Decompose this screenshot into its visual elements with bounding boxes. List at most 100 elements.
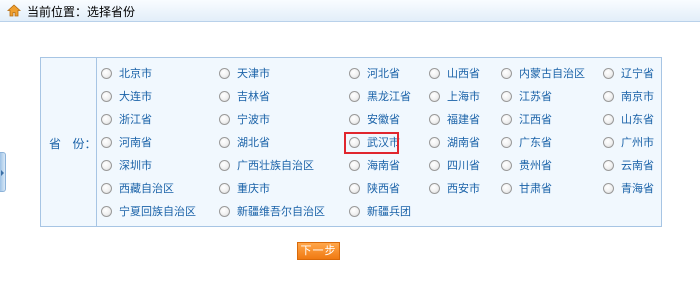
radio-button[interactable] bbox=[429, 67, 440, 79]
province-option[interactable]: 天津市 bbox=[219, 65, 270, 81]
radio-button[interactable] bbox=[501, 113, 512, 125]
radio-button[interactable] bbox=[101, 205, 112, 217]
province-option-label: 吉林省 bbox=[237, 90, 270, 103]
province-option[interactable]: 广东省 bbox=[501, 134, 552, 150]
province-option-label: 甘肃省 bbox=[519, 182, 552, 195]
province-option[interactable]: 福建省 bbox=[429, 111, 480, 127]
province-option[interactable]: 贵州省 bbox=[501, 157, 552, 173]
radio-button[interactable] bbox=[429, 159, 440, 171]
radio-button[interactable] bbox=[101, 182, 112, 194]
radio-button[interactable] bbox=[349, 159, 360, 171]
radio-button[interactable] bbox=[219, 67, 230, 79]
selection-highlight-box bbox=[344, 132, 399, 154]
radio-button[interactable] bbox=[349, 90, 360, 102]
province-option-label: 青海省 bbox=[621, 182, 654, 195]
province-option[interactable]: 南京市 bbox=[603, 88, 654, 104]
province-option-label: 天津市 bbox=[237, 67, 270, 80]
radio-button[interactable] bbox=[219, 205, 230, 217]
province-option[interactable]: 海南省 bbox=[349, 157, 400, 173]
province-option[interactable]: 上海市 bbox=[429, 88, 480, 104]
radio-button[interactable] bbox=[603, 90, 614, 102]
province-option[interactable]: 山西省 bbox=[429, 65, 480, 81]
province-option[interactable]: 重庆市 bbox=[219, 180, 270, 196]
province-option[interactable]: 新疆兵团 bbox=[349, 203, 411, 219]
province-option[interactable]: 江西省 bbox=[501, 111, 552, 127]
side-collapse-tab[interactable] bbox=[0, 152, 6, 192]
radio-button[interactable] bbox=[219, 113, 230, 125]
province-option-label: 新疆兵团 bbox=[367, 205, 411, 218]
province-option[interactable]: 陕西省 bbox=[349, 180, 400, 196]
province-option[interactable]: 青海省 bbox=[603, 180, 654, 196]
next-step-button[interactable]: 下一步 bbox=[297, 242, 340, 260]
province-option-label: 江苏省 bbox=[519, 90, 552, 103]
province-option[interactable]: 广州市 bbox=[603, 134, 654, 150]
page-title: 当前位置：选择省份 bbox=[27, 5, 136, 19]
province-option-label: 西藏自治区 bbox=[119, 182, 174, 195]
province-option-label: 山东省 bbox=[621, 113, 654, 126]
radio-button[interactable] bbox=[603, 136, 614, 148]
province-option[interactable]: 山东省 bbox=[603, 111, 654, 127]
radio-button[interactable] bbox=[349, 205, 360, 217]
radio-button[interactable] bbox=[429, 136, 440, 148]
radio-button[interactable] bbox=[429, 90, 440, 102]
province-option-label: 宁波市 bbox=[237, 113, 270, 126]
province-option-label: 重庆市 bbox=[237, 182, 270, 195]
radio-button[interactable] bbox=[603, 113, 614, 125]
province-option-label: 北京市 bbox=[119, 67, 152, 80]
province-option-label: 广西壮族自治区 bbox=[237, 159, 314, 172]
province-option[interactable]: 河北省 bbox=[349, 65, 400, 81]
province-option[interactable]: 湖南省 bbox=[429, 134, 480, 150]
province-option[interactable]: 新疆维吾尔自治区 bbox=[219, 203, 325, 219]
province-option[interactable]: 深圳市 bbox=[101, 157, 152, 173]
province-option[interactable]: 安徽省 bbox=[349, 111, 400, 127]
province-option-label: 黑龙江省 bbox=[367, 90, 411, 103]
province-option-label: 内蒙古自治区 bbox=[519, 67, 585, 80]
radio-button[interactable] bbox=[429, 182, 440, 194]
province-label-cell: 省 份： bbox=[41, 58, 97, 226]
radio-button[interactable] bbox=[501, 182, 512, 194]
radio-button[interactable] bbox=[219, 136, 230, 148]
province-option[interactable]: 四川省 bbox=[429, 157, 480, 173]
province-option[interactable]: 湖北省 bbox=[219, 134, 270, 150]
province-option[interactable]: 河南省 bbox=[101, 134, 152, 150]
province-option[interactable]: 大连市 bbox=[101, 88, 152, 104]
province-option[interactable]: 吉林省 bbox=[219, 88, 270, 104]
radio-button[interactable] bbox=[101, 159, 112, 171]
province-option-label: 云南省 bbox=[621, 159, 654, 172]
province-option[interactable]: 浙江省 bbox=[101, 111, 152, 127]
radio-button[interactable] bbox=[429, 113, 440, 125]
province-option-label: 安徽省 bbox=[367, 113, 400, 126]
radio-button[interactable] bbox=[501, 90, 512, 102]
province-option-label: 大连市 bbox=[119, 90, 152, 103]
province-option[interactable]: 宁夏回族自治区 bbox=[101, 203, 196, 219]
radio-button[interactable] bbox=[101, 90, 112, 102]
radio-button[interactable] bbox=[101, 67, 112, 79]
radio-button[interactable] bbox=[349, 182, 360, 194]
radio-button[interactable] bbox=[219, 159, 230, 171]
province-option[interactable]: 云南省 bbox=[603, 157, 654, 173]
province-option[interactable]: 江苏省 bbox=[501, 88, 552, 104]
radio-button[interactable] bbox=[603, 159, 614, 171]
radio-button[interactable] bbox=[501, 67, 512, 79]
province-option[interactable]: 甘肃省 bbox=[501, 180, 552, 196]
radio-button[interactable] bbox=[219, 90, 230, 102]
province-option[interactable]: 内蒙古自治区 bbox=[501, 65, 585, 81]
radio-button[interactable] bbox=[101, 113, 112, 125]
radio-button[interactable] bbox=[501, 159, 512, 171]
radio-button[interactable] bbox=[603, 182, 614, 194]
radio-button[interactable] bbox=[349, 67, 360, 79]
radio-button[interactable] bbox=[101, 136, 112, 148]
province-option[interactable]: 广西壮族自治区 bbox=[219, 157, 314, 173]
province-option[interactable]: 西藏自治区 bbox=[101, 180, 174, 196]
province-option[interactable]: 北京市 bbox=[101, 65, 152, 81]
radio-button[interactable] bbox=[501, 136, 512, 148]
province-option[interactable]: 黑龙江省 bbox=[349, 88, 411, 104]
province-option[interactable]: 西安市 bbox=[429, 180, 480, 196]
province-option[interactable]: 辽宁省 bbox=[603, 65, 654, 81]
radio-button[interactable] bbox=[219, 182, 230, 194]
province-option-label: 湖南省 bbox=[447, 136, 480, 149]
province-option[interactable]: 宁波市 bbox=[219, 111, 270, 127]
province-option-label: 浙江省 bbox=[119, 113, 152, 126]
radio-button[interactable] bbox=[603, 67, 614, 79]
radio-button[interactable] bbox=[349, 113, 360, 125]
